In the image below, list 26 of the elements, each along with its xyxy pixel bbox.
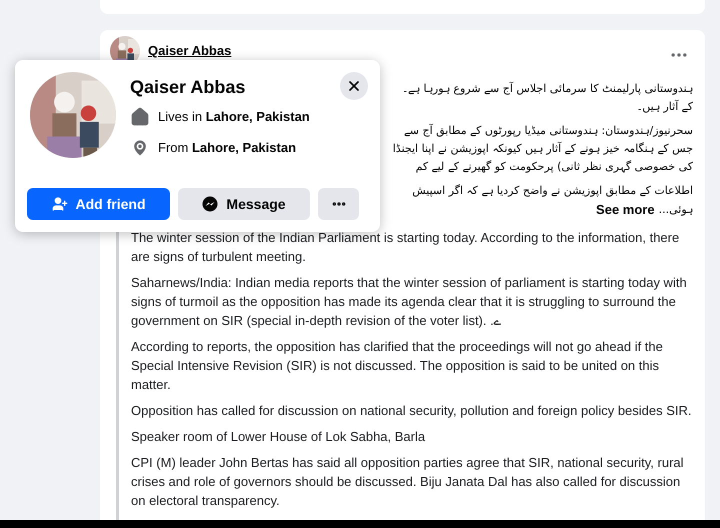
profile-detail: From Lahore, Pakistan — [158, 139, 296, 158]
post-paragraph: Speaker room of Lower House of Lok Sabha, Barla — [131, 428, 426, 446]
close-button[interactable] — [340, 72, 368, 100]
urdu-text-line: ہندوستانی پارلیمنٹ کا سرمائی اجلاس آج سے شروع ہورہا ہے۔ — [402, 80, 693, 97]
messenger-icon — [202, 196, 218, 212]
post-paragraph: CPI (M) leader John Bertas has said all opposition parties agree that SIR, national security, rural crises and role of governors should be discussed. Biju Janata Dal has also called for discussion on electoral transparency. — [131, 454, 685, 510]
profile-name[interactable]: Qaiser Abbas — [130, 74, 246, 101]
more-button[interactable] — [318, 188, 359, 220]
post-paragraph: The winter session of the Indian Parliament is starting today. According to the information, there are signs of turbulent meeting. — [131, 228, 680, 266]
add-friend-button[interactable]: Add friend — [27, 188, 170, 220]
message-button[interactable]: Message — [178, 188, 310, 220]
urdu-text-line: کے آثار ہیں۔ — [636, 98, 693, 115]
see-more-link[interactable]: See more — [596, 200, 655, 220]
profile-detail: Lives in Lahore, Pakistan — [158, 108, 310, 126]
post-paragraph: According to reports, the opposition has clarified that the proceedings will not go ahead if the Special Intensive Revision (SIR) is not discussed. The opposition is said to be united on this matter. — [131, 338, 664, 394]
house-icon — [130, 107, 150, 127]
urdu-text-line: جس کے ہنگامہ خیز ہونے کے آثار ہیں کیونکہ اپوزیشن نے اپنا ایجنڈا — [392, 140, 693, 157]
post-paragraph: Saharnews/India: Indian media reports that the winter session of parliament is starting today with signs of turmoil as the opposition has made its agenda clear that it is struggling to surround the government on SIR (special in-depth revision of the voter list). .ے — [131, 274, 688, 330]
urdu-text-line: ہوئی... — [658, 202, 693, 218]
add-person-icon — [52, 196, 68, 212]
urdu-text-line: اطلاعات کے مطابق اپوزیشن نے واضح کردیا ہے کہ اگر اسپیش — [412, 183, 693, 199]
author-name[interactable]: Qaiser Abbas — [148, 41, 661, 61]
post-paragraph: Opposition has called for discussion on national security, pollution and foreign policy besides SIR. — [131, 402, 693, 420]
urdu-text-line: سحرنیوز/ہندوستان: ہندوستانی میڈیا رپورٹوں کے مطابق آج سے — [404, 122, 693, 139]
close-icon — [346, 78, 362, 94]
urdu-text-line: کی خصوصی گہری نظر ثانی) پرحکومت کو گھیرنے کے لیے کم — [416, 159, 693, 175]
